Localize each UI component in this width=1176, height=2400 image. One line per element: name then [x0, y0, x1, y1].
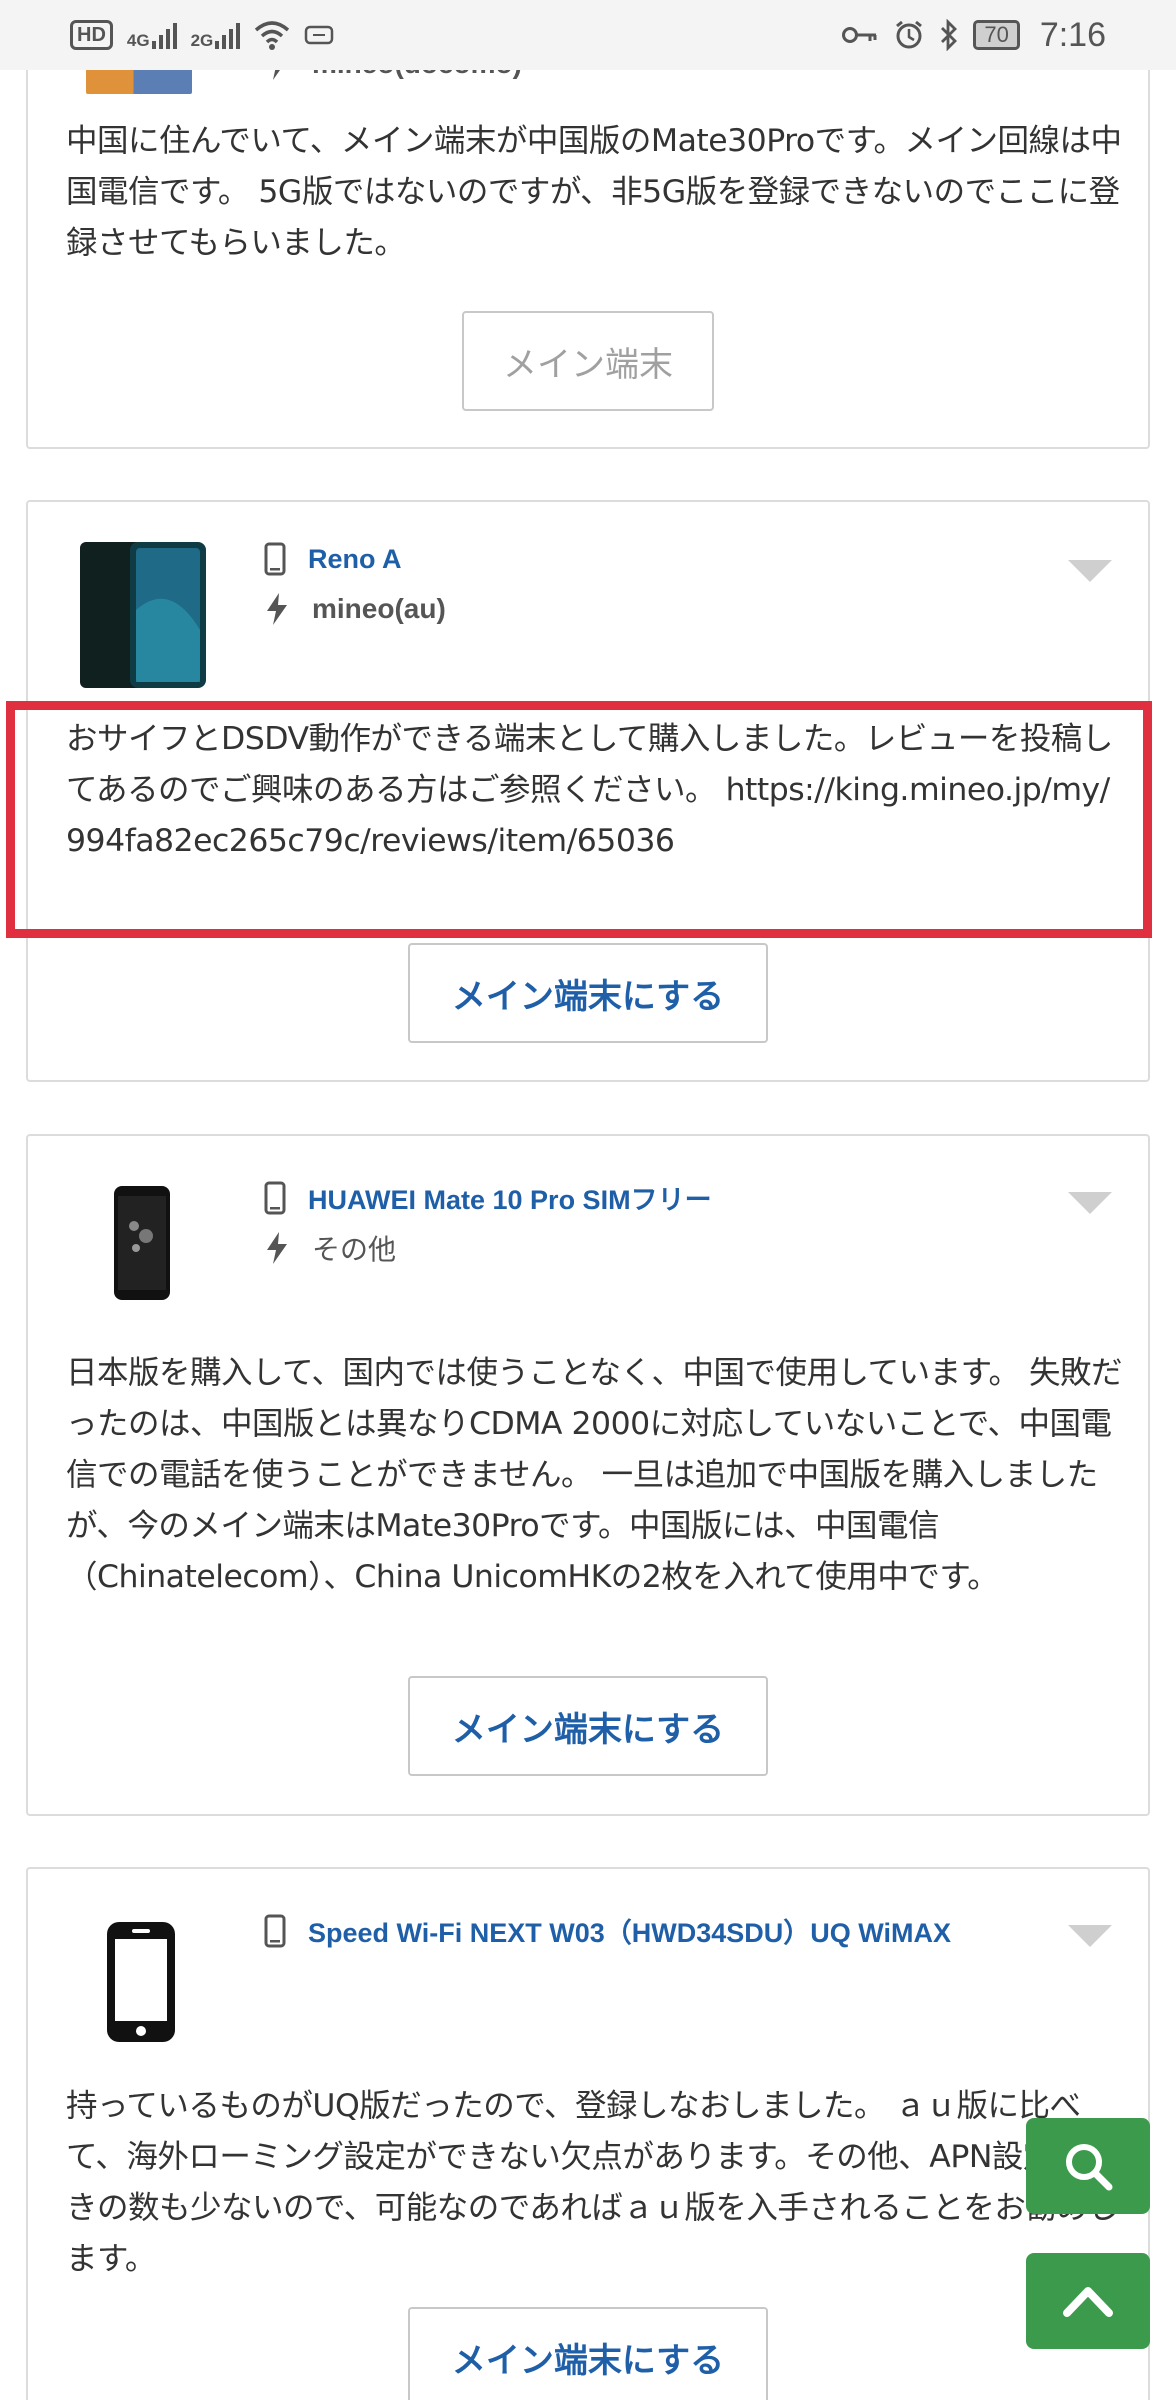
- carrier-name: mineo(au): [312, 593, 446, 624]
- device-name-link[interactable]: Reno A: [308, 544, 402, 575]
- search-icon: [1066, 2144, 1113, 2191]
- device-name-link[interactable]: HUAWEI Mate 10 Pro SIMフリー: [308, 1178, 712, 1217]
- device-row: HUAWEI Mate 10 Pro SIMフリー: [264, 1178, 712, 1217]
- device-row: Reno A: [264, 542, 402, 576]
- chevron-down-icon[interactable]: [1068, 1925, 1112, 1947]
- card-comment: 日本版を購入して、国内では使うことなく、中国で使用しています。 失敗だったのは、…: [66, 1355, 1122, 1595]
- chevron-down-icon[interactable]: [1068, 560, 1112, 582]
- phone-icon: [264, 542, 286, 576]
- carrier-row: mineo(au): [264, 592, 446, 626]
- chevron-down-icon[interactable]: [1068, 1192, 1112, 1214]
- card-comment: おサイフとDSDV動作ができる端末として購入しました。レビューを投稿してあるので…: [66, 721, 1113, 859]
- network-4g-label: 4G: [126, 31, 150, 50]
- status-bar-right: 70 7:16: [841, 16, 1106, 55]
- device-name-link[interactable]: Speed Wi-Fi NEXT W03（HWD34SDU）UQ WiMAX: [308, 1911, 951, 1950]
- phone-icon: [264, 1181, 286, 1214]
- device-card: Reno A mineo(au) おサイフとDSDV動作ができる端末として購入し…: [26, 500, 1150, 1082]
- main-device-button[interactable]: メイン端末: [462, 311, 714, 411]
- set-main-device-button[interactable]: メイン端末にする: [408, 943, 768, 1043]
- scroll-top-button[interactable]: [1026, 2253, 1150, 2349]
- card-comment: 中国に住んでいて、メイン端末が中国版のMate30Proです。メイン回線は中国電…: [66, 123, 1122, 261]
- nfc-icon: [305, 25, 334, 45]
- card-comment: 持っているものがUQ版だったので、登録しなおしました。 ａｕ版に比べて、海外ロー…: [66, 2088, 1119, 2277]
- hd-badge: HD: [70, 20, 113, 50]
- battery-icon: 70: [973, 20, 1020, 50]
- device-row: Speed Wi-Fi NEXT W03（HWD34SDU）UQ WiMAX: [264, 1911, 951, 1950]
- bluetooth-icon: [941, 19, 958, 51]
- search-button[interactable]: [1026, 2118, 1150, 2214]
- lightning-icon: [267, 593, 287, 625]
- device-thumbnail: [80, 542, 206, 688]
- clock: 7:16: [1039, 15, 1106, 54]
- set-main-device-button[interactable]: メイン端末にする: [408, 1676, 768, 1776]
- signal-icon: [215, 21, 241, 49]
- phone-icon: [264, 1914, 286, 1947]
- lightning-icon: [267, 1232, 287, 1264]
- alarm-icon: [896, 20, 923, 49]
- device-card: HUAWEI Mate 10 Pro SIMフリー その他 日本版を購入して、国…: [26, 1134, 1150, 1816]
- status-bar: HD 4G 2G 70 7:16: [0, 0, 1176, 70]
- carrier-name: その他: [312, 1234, 397, 1265]
- key-icon: [842, 27, 877, 43]
- wifi-icon: [255, 21, 290, 50]
- network-4g-indicator: 4G: [127, 21, 177, 49]
- device-thumbnail: [114, 1186, 170, 1300]
- device-card: Speed Wi-Fi NEXT W03（HWD34SDU）UQ WiMAX 持…: [26, 1867, 1150, 2400]
- status-bar-left: HD 4G 2G: [70, 20, 334, 50]
- carrier-row: その他: [264, 1228, 396, 1268]
- network-2g-label: 2G: [190, 31, 214, 50]
- device-thumbnail: [107, 1922, 175, 2042]
- chevron-up-icon: [1063, 2287, 1113, 2317]
- network-2g-indicator: 2G: [191, 21, 241, 49]
- signal-icon: [151, 21, 177, 49]
- set-main-device-button[interactable]: メイン端末にする: [408, 2307, 768, 2400]
